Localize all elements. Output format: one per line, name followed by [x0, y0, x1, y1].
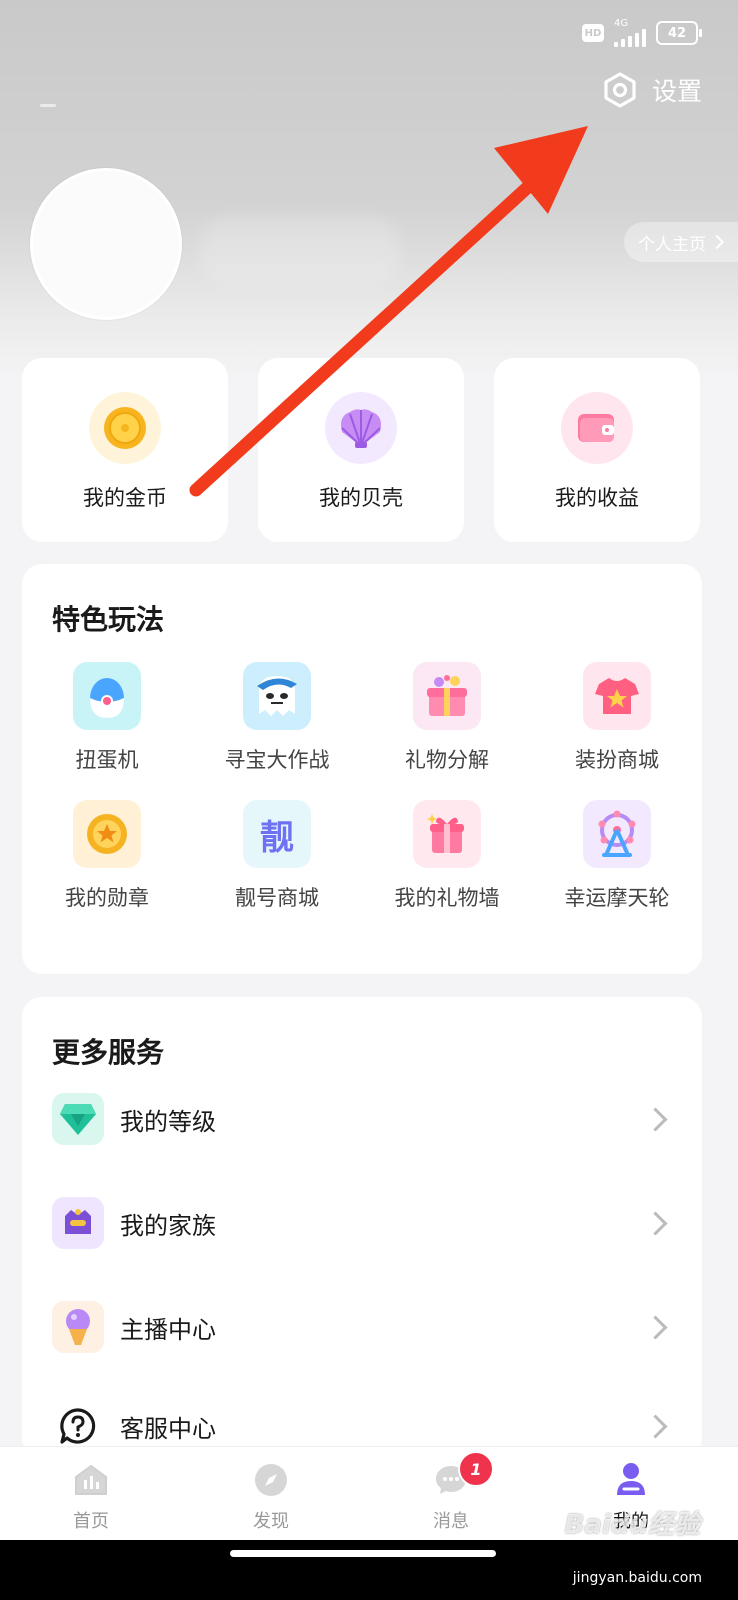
feature-label: 寻宝大作战 [224, 748, 330, 772]
treasure-ghost-icon [243, 662, 311, 730]
feature-label: 靓号商城 [235, 886, 319, 910]
feature-label: 装扮商城 [575, 748, 659, 772]
pretty-number-icon: 靓 [243, 800, 311, 868]
tab-discover[interactable]: 发现 [216, 1461, 326, 1533]
chevron-right-icon [643, 1106, 668, 1132]
profile-home-link[interactable]: 个人主页 [624, 222, 738, 262]
diamond-level-icon [52, 1093, 104, 1145]
tab-messages[interactable]: 1 消息 [396, 1451, 506, 1533]
shell-icon [325, 392, 397, 464]
watermark-url: jingyan.baidu.com [572, 1570, 702, 1586]
gift-wall-icon [413, 800, 481, 868]
feature-label: 我的礼物墙 [394, 886, 500, 910]
feature-gift-wall[interactable]: 我的礼物墙 [362, 800, 532, 912]
settings-hexagon-icon [604, 72, 636, 108]
decor-dash [40, 104, 56, 107]
wallet-icon [561, 392, 633, 464]
settings-button[interactable]: 设置 [602, 72, 702, 108]
gacha-egg-icon [73, 662, 141, 730]
medal-icon [73, 800, 141, 868]
profile-home-label: 个人主页 [638, 234, 706, 255]
feature-pretty-number-mall[interactable]: 靓 靓号商城 [192, 800, 362, 912]
tab-label: 首页 [73, 1511, 109, 1532]
service-label: 我的等级 [120, 1107, 216, 1136]
feature-my-medals[interactable]: 我的勋章 [22, 800, 192, 912]
help-chat-icon [52, 1400, 104, 1452]
signal-icon: 4G [614, 19, 646, 47]
feature-treasure[interactable]: 寻宝大作战 [192, 662, 362, 774]
services-title: 更多服务 [52, 1036, 165, 1069]
features-panel: 特色玩法 扭蛋机 寻宝大作战 礼物分解 装扮商城 我的勋章 靓 靓号商城 我的礼… [22, 564, 702, 974]
microphone-icon [52, 1301, 104, 1353]
home-icon [72, 1461, 110, 1499]
asset-label: 我的收益 [555, 486, 639, 510]
chevron-right-icon [643, 1314, 668, 1340]
asset-label: 我的金币 [83, 486, 167, 510]
tab-label: 发现 [253, 1511, 289, 1532]
tab-label: 消息 [433, 1511, 469, 1532]
feature-ferris-wheel[interactable]: 幸运摩天轮 [532, 800, 702, 912]
status-bar: HD 4G 42 [582, 18, 702, 48]
chevron-right-icon [643, 1413, 668, 1439]
pretty-number-glyph: 靓 [260, 817, 294, 858]
coin-icon [89, 392, 161, 464]
profile-icon [612, 1461, 650, 1499]
service-streamer-center[interactable]: 主播中心 [52, 1297, 672, 1357]
asset-card-shells[interactable]: 我的贝壳 [258, 358, 464, 542]
services-panel: 更多服务 我的等级 我的家族 主播中心 客服中心 [22, 997, 702, 1457]
feature-gacha[interactable]: 扭蛋机 [22, 662, 192, 774]
settings-label: 设置 [651, 77, 702, 106]
chevron-right-icon [709, 234, 725, 250]
asset-card-earnings[interactable]: 我的收益 [494, 358, 700, 542]
feature-label: 我的勋章 [65, 886, 149, 910]
feature-dress-up-mall[interactable]: 装扮商城 [532, 662, 702, 774]
feature-label: 扭蛋机 [75, 748, 139, 772]
service-my-level[interactable]: 我的等级 [52, 1089, 672, 1149]
service-my-family[interactable]: 我的家族 [52, 1193, 672, 1253]
feature-gift-decompose[interactable]: 礼物分解 [362, 662, 532, 774]
battery-icon: 42 [656, 21, 702, 45]
battery-level: 42 [667, 25, 687, 41]
family-badge-icon [52, 1197, 104, 1249]
service-label: 主播中心 [120, 1315, 216, 1344]
tab-home[interactable]: 首页 [36, 1461, 146, 1533]
avatar[interactable] [30, 168, 182, 320]
service-label: 客服中心 [120, 1414, 216, 1443]
home-indicator[interactable] [230, 1550, 496, 1557]
network-type: 4G [614, 18, 629, 29]
ferris-wheel-icon [583, 800, 651, 868]
features-title: 特色玩法 [52, 603, 165, 636]
chevron-right-icon [643, 1210, 668, 1236]
compass-icon [252, 1461, 290, 1499]
baidu-watermark: Baidu经验 [564, 1510, 700, 1540]
asset-card-coins[interactable]: 我的金币 [22, 358, 228, 542]
gift-box-icon [413, 662, 481, 730]
service-label: 我的家族 [120, 1211, 216, 1240]
unread-badge: 1 [458, 1451, 494, 1487]
username-blurred [200, 215, 400, 285]
hd-indicator: HD [582, 24, 604, 42]
asset-label: 我的贝壳 [319, 486, 403, 510]
tshirt-star-icon [583, 662, 651, 730]
feature-label: 礼物分解 [405, 748, 489, 772]
feature-label: 幸运摩天轮 [564, 886, 670, 910]
